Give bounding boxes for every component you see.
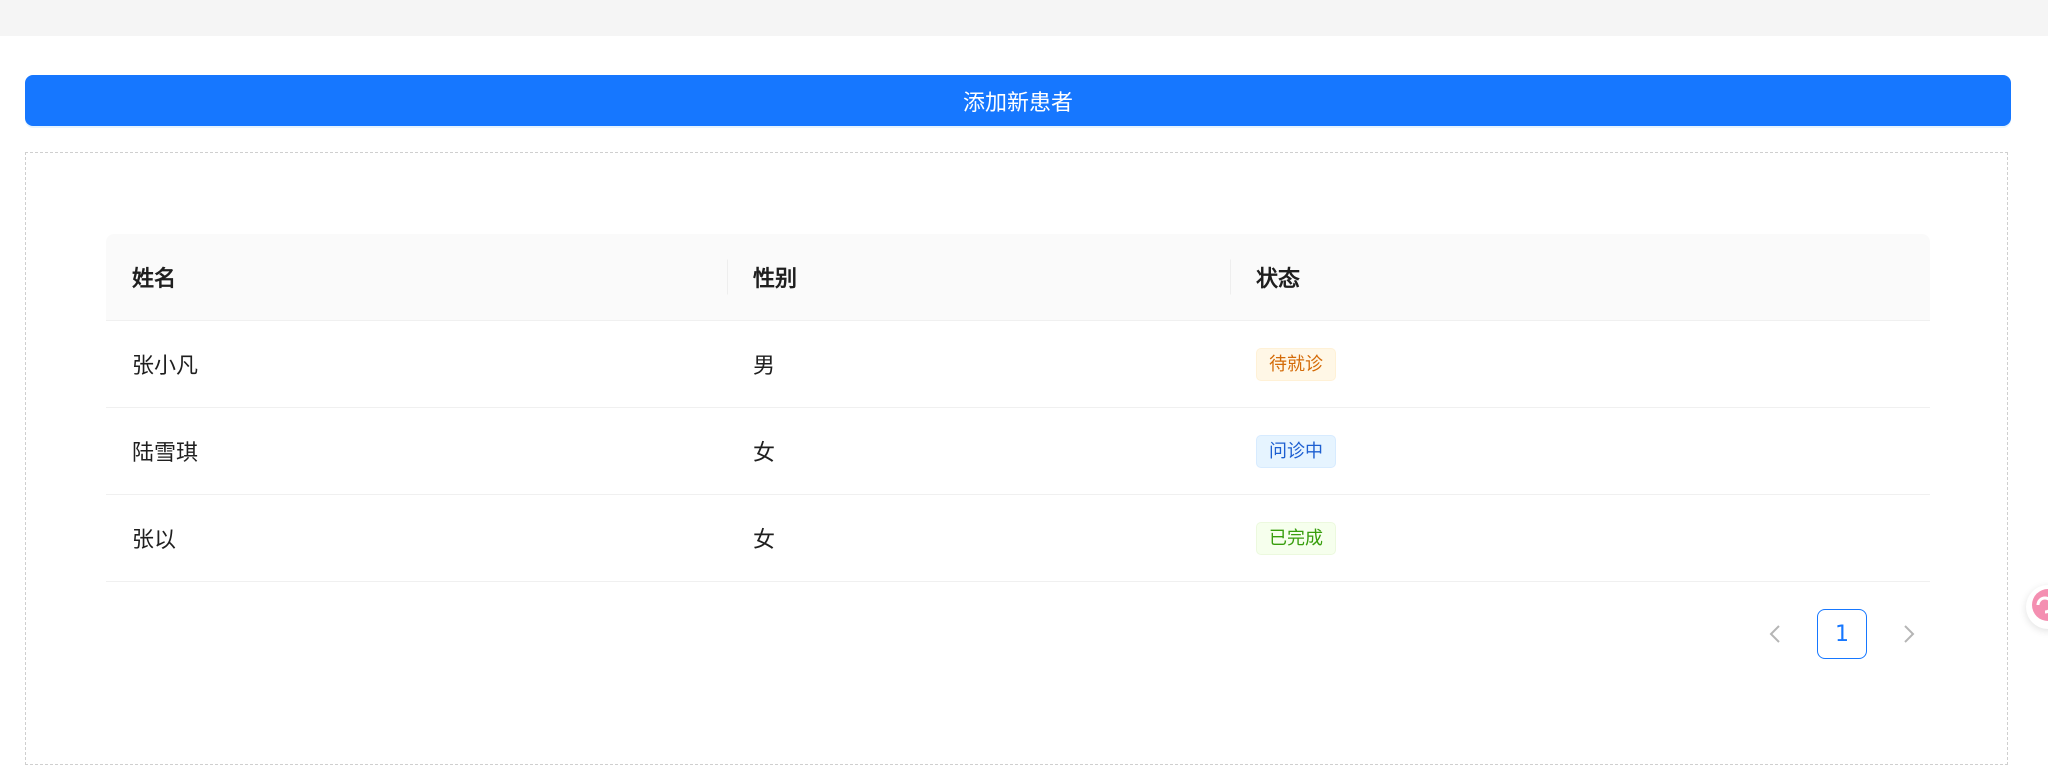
chevron-left-icon [1768, 624, 1782, 644]
add-patient-button[interactable]: 添加新患者 [25, 75, 2011, 126]
patient-name: 张小凡 [132, 354, 199, 379]
page-1-button[interactable]: 1 [1817, 609, 1867, 659]
status-cell: 问诊中 [1230, 408, 1930, 494]
table-row[interactable]: 张小凡 男 待就诊 [106, 321, 1930, 408]
chevron-right-icon [1902, 624, 1916, 644]
assistant-swirl-icon [2028, 585, 2048, 629]
patient-gender: 女 [753, 528, 776, 553]
column-header-gender: 性别 [727, 234, 1230, 320]
column-header-status: 状态 [1230, 234, 1930, 320]
status-cell: 已完成 [1230, 495, 1930, 581]
prev-page-button[interactable] [1755, 608, 1795, 660]
status-badge: 问诊中 [1256, 434, 1336, 468]
patient-gender: 女 [753, 441, 776, 466]
column-header-name: 姓名 [132, 267, 177, 292]
table-row[interactable]: 张以 女 已完成 [106, 495, 1930, 582]
pagination: 1 [1755, 608, 1929, 660]
patient-name: 张以 [132, 528, 177, 553]
top-band [0, 0, 2048, 36]
status-cell: 待就诊 [1230, 321, 1930, 407]
table-header-row: 姓名 性别 状态 [106, 234, 1930, 321]
patient-gender: 男 [753, 354, 776, 379]
floating-assistant-button[interactable] [2026, 585, 2048, 629]
next-page-button[interactable] [1889, 608, 1929, 660]
patient-table: 姓名 性别 状态 张小凡 男 待就诊 陆雪琪 女 问诊中 张以 女 已完成 [106, 234, 1930, 582]
table-row[interactable]: 陆雪琪 女 问诊中 [106, 408, 1930, 495]
patient-name: 陆雪琪 [132, 441, 199, 466]
status-badge: 已完成 [1256, 521, 1336, 555]
status-badge: 待就诊 [1256, 347, 1336, 381]
